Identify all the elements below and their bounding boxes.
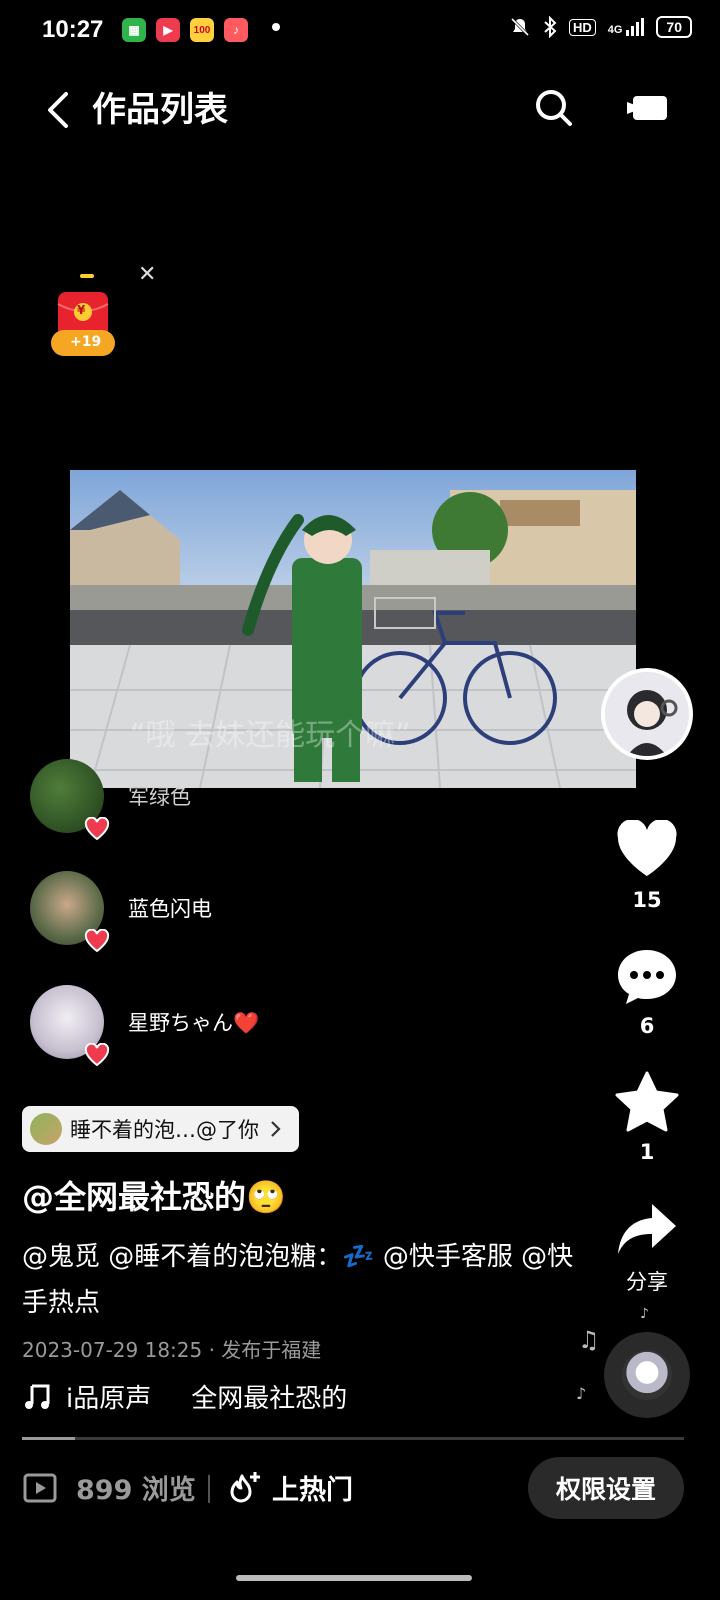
promote-label: 上热门 [272, 1475, 353, 1506]
promote-button[interactable]: 上热门 [228, 1468, 353, 1507]
video-progress-fill [22, 1437, 75, 1440]
video-app-icon: ▶ [156, 18, 180, 42]
video-progress-track[interactable] [22, 1437, 684, 1440]
comment-icon [618, 950, 676, 1004]
liker-name: 蓝色闪电 [128, 897, 212, 921]
back-button[interactable] [36, 86, 84, 134]
home-indicator[interactable] [236, 1575, 472, 1581]
divider [208, 1475, 210, 1503]
heart-badge-icon [84, 929, 110, 953]
star-icon [615, 1071, 679, 1132]
liker-item[interactable]: 星野ちゃん❤️ [30, 984, 260, 1067]
network-type: 4G [607, 24, 623, 36]
music-disc[interactable] [604, 1332, 690, 1418]
video-player[interactable]: “哦 去妹还能玩个嘛” [70, 470, 636, 788]
battery-indicator: 70 [656, 16, 692, 38]
notification-dot [272, 23, 280, 31]
play-count-icon [23, 1473, 57, 1502]
heart-badge-icon [84, 817, 110, 841]
music-note-icon [25, 1384, 50, 1409]
red-packet-amount: +19 [70, 334, 102, 350]
close-icon[interactable]: ✕ [138, 262, 156, 287]
flame-plus-icon [230, 1471, 260, 1502]
author-name[interactable]: @全网最社恐的🙄 [22, 1172, 286, 1218]
share-arrow-icon [618, 1204, 676, 1254]
view-count-text: 899 浏览 [76, 1475, 196, 1506]
camera-icon [627, 96, 667, 120]
like-button[interactable]: 15 [606, 818, 688, 912]
comment-count: 6 [639, 1014, 655, 1038]
avatar [30, 759, 110, 841]
author-avatar[interactable] [601, 668, 693, 760]
music-app-icon: ♪ [224, 18, 248, 42]
hundred-app-icon: 100 [190, 18, 214, 42]
author-avatar-image [605, 672, 689, 756]
hd-badge: HD [568, 18, 596, 36]
publish-date-location: 2023-07-29 18:25 · 发布于福建 [22, 1338, 322, 1362]
avatar [30, 985, 110, 1067]
permission-settings-button[interactable]: 权限设置 [528, 1457, 684, 1519]
comment-button[interactable]: 6 [606, 946, 688, 1038]
page-title: 作品列表 [92, 90, 228, 130]
red-packet-symbol: ¥ [77, 303, 86, 317]
mention-text: 睡不着的泡…@了你 [70, 1118, 259, 1142]
liker-item[interactable]: 蓝色闪电 [30, 870, 212, 953]
mute-bell-icon [510, 17, 530, 37]
music-title-part: 全网最社恐的 [191, 1384, 348, 1414]
share-button[interactable]: 分享 [606, 1200, 688, 1296]
camera-button[interactable] [625, 88, 673, 128]
bluetooth-icon [544, 16, 557, 38]
grid-app-icon: ▦ [122, 18, 146, 42]
video-description: @鬼觅 @睡不着的泡泡糖：💤 @快手客服 @快手热点 [22, 1242, 574, 1318]
heart-icon [617, 818, 677, 876]
disc-cover-image [622, 1350, 672, 1400]
liker-item[interactable]: 军绿色 [30, 758, 191, 841]
music-note-icon: ♫ [578, 1326, 600, 1354]
svg-text:“哦 去妹还能玩个嘛”: “哦 去妹还能玩个嘛” [130, 718, 411, 753]
search-icon [536, 90, 572, 126]
music-title-part: ⅰ品原声 [66, 1384, 152, 1414]
view-count: 899 浏览 [22, 1468, 196, 1507]
avatar [30, 871, 110, 953]
mention-chip[interactable]: 睡不着的泡…@了你 [22, 1106, 299, 1152]
status-time: 10:27 [42, 16, 104, 43]
search-button[interactable] [530, 84, 578, 132]
music-info[interactable]: ⅰ品原声 全网最社恐的 [22, 1378, 347, 1415]
signal-indicator: 4G [608, 18, 645, 36]
chevron-right-icon [271, 1121, 281, 1137]
music-note-icon: ♪ [640, 1306, 649, 1322]
avatar [30, 1113, 62, 1145]
share-label: 分享 [626, 1270, 668, 1294]
status-indicators: HD 4G 70 [509, 16, 692, 38]
back-icon [48, 92, 68, 128]
favorite-count: 1 [639, 1140, 655, 1164]
liker-name: 星野ちゃん❤️ [128, 1011, 260, 1035]
red-packet-widget[interactable]: ¥ +19 [50, 268, 120, 360]
like-count: 15 [632, 888, 662, 912]
video-frame-image: “哦 去妹还能玩个嘛” [70, 470, 636, 788]
music-note-icon: ♪ [576, 1384, 587, 1403]
heart-badge-icon [84, 1043, 110, 1067]
favorite-button[interactable]: 1 [606, 1070, 688, 1164]
liker-name: 军绿色 [128, 785, 191, 809]
